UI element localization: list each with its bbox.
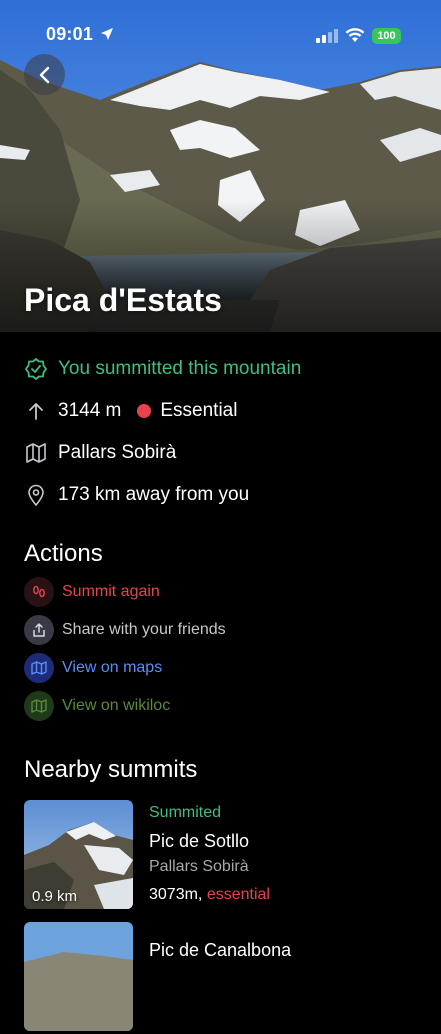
share-label: Share with your friends [62,621,226,638]
distance-text: 173 km away from you [58,484,250,505]
location-arrow-icon [100,27,114,41]
summit-elevation: 3073m, [149,886,203,903]
summit-thumbnail [24,922,133,1031]
map-icon [24,691,54,721]
arrow-up-icon [24,399,48,423]
view-on-wikiloc-button[interactable]: View on wikiloc [24,691,170,721]
summit-thumbnail: 0.9 km [24,800,133,909]
share-button[interactable]: Share with your friends [24,615,226,645]
summit-name: Pic de Canalbona [149,940,292,960]
actions-title: Actions [24,540,103,567]
view-on-wikiloc-label: View on wikiloc [62,697,171,714]
nearby-summits-title: Nearby summits [24,756,198,783]
map-icon [24,441,48,465]
mountain-title: Pica d'Estats [24,282,222,318]
elevation-row: 3144 m Essential [24,396,237,426]
region-text: Pallars Sobirà [58,442,177,463]
summit-again-button[interactable]: Summit again [24,577,160,607]
hero-image: 09:01 100 Pica d'Estats [0,0,441,332]
summit-name: Pic de Sotllo [149,831,250,851]
view-on-maps-button[interactable]: View on maps [24,653,162,683]
summited-status: You summitted this mountain [24,354,301,384]
location-pin-icon [24,483,48,507]
region-row: Pallars Sobirà [24,438,176,468]
signal-icon [316,29,338,43]
share-icon [24,615,54,645]
nearby-summit-card[interactable]: 0.9 km Summited Pic de Sotllo Pallars So… [24,800,424,912]
elevation-value: 3144 m [58,400,122,421]
map-icon [24,653,54,683]
badge-check-icon [24,357,48,381]
summited-text: You summitted this mountain [58,358,302,379]
status-bar: 09:01 100 [0,0,441,60]
summit-distance: 0.9 km [32,888,78,905]
back-button[interactable] [24,54,65,95]
footprints-icon [24,577,54,607]
summit-region: Pallars Sobirà [149,858,249,875]
view-on-maps-label: View on maps [62,659,163,676]
status-time: 09:01 [46,24,94,44]
distance-row: 173 km away from you [24,480,249,510]
summit-meta: 3073m, essential [149,886,270,904]
category-label: Essential [160,400,238,421]
chevron-left-icon [38,66,52,84]
essential-dot [137,404,152,418]
summit-again-label: Summit again [62,583,160,600]
summit-category: essential [206,886,270,903]
summit-status: Summited [149,804,222,821]
battery-indicator: 100 [372,28,401,44]
wifi-icon [345,27,365,43]
nearby-summit-card[interactable]: Pic de Canalbona [24,922,424,1034]
